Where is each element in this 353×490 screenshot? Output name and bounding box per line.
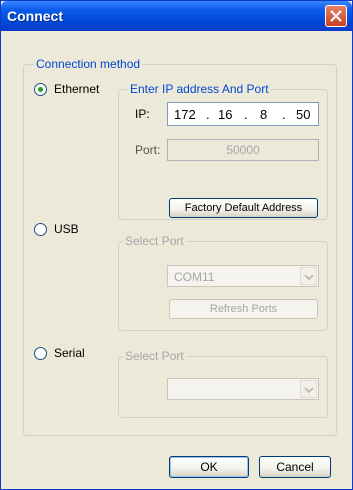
usb-label[interactable]: USB (54, 222, 79, 236)
ok-button[interactable]: OK (169, 456, 249, 478)
connect-dialog: Connect Connection method Ethernet Enter… (0, 0, 353, 490)
serial-select-port-legend: Select Port (123, 349, 186, 363)
radio-selected-dot (38, 87, 43, 92)
ip-separator: . (282, 107, 286, 122)
refresh-ports-button[interactable]: Refresh Ports (169, 299, 318, 319)
ip-octet-1[interactable]: 172 (174, 107, 196, 122)
ip-address-input[interactable]: 172 . 16 . 8 . 50 (167, 102, 319, 126)
serial-label[interactable]: Serial (54, 346, 85, 360)
serial-port-select[interactable] (167, 378, 319, 400)
window-title: Connect (7, 8, 63, 24)
ethernet-label[interactable]: Ethernet (54, 82, 99, 96)
chevron-down-icon[interactable] (300, 267, 317, 285)
usb-port-select[interactable]: COM11 (167, 265, 319, 287)
ip-port-legend: Enter IP address And Port (128, 82, 271, 96)
usb-select-port-legend: Select Port (123, 234, 186, 248)
port-input: 50000 (167, 139, 319, 161)
ip-label: IP: (135, 107, 150, 121)
port-label: Port: (135, 143, 161, 157)
ip-separator: . (206, 107, 210, 122)
title-bar[interactable]: Connect (1, 1, 352, 31)
ip-octet-3[interactable]: 8 (260, 107, 267, 122)
chevron-down-icon[interactable] (300, 380, 317, 398)
close-button[interactable] (325, 5, 347, 27)
ip-octet-2[interactable]: 16 (218, 107, 232, 122)
connection-method-legend: Connection method (34, 57, 143, 71)
ip-octet-4[interactable]: 50 (296, 107, 310, 122)
serial-radio[interactable] (34, 347, 47, 360)
usb-radio[interactable] (34, 223, 47, 236)
factory-default-address-button[interactable]: Factory Default Address (169, 198, 318, 218)
cancel-button[interactable]: Cancel (259, 456, 331, 478)
ethernet-radio[interactable] (34, 83, 47, 96)
usb-port-value: COM11 (174, 270, 215, 284)
ip-separator: . (244, 107, 248, 122)
